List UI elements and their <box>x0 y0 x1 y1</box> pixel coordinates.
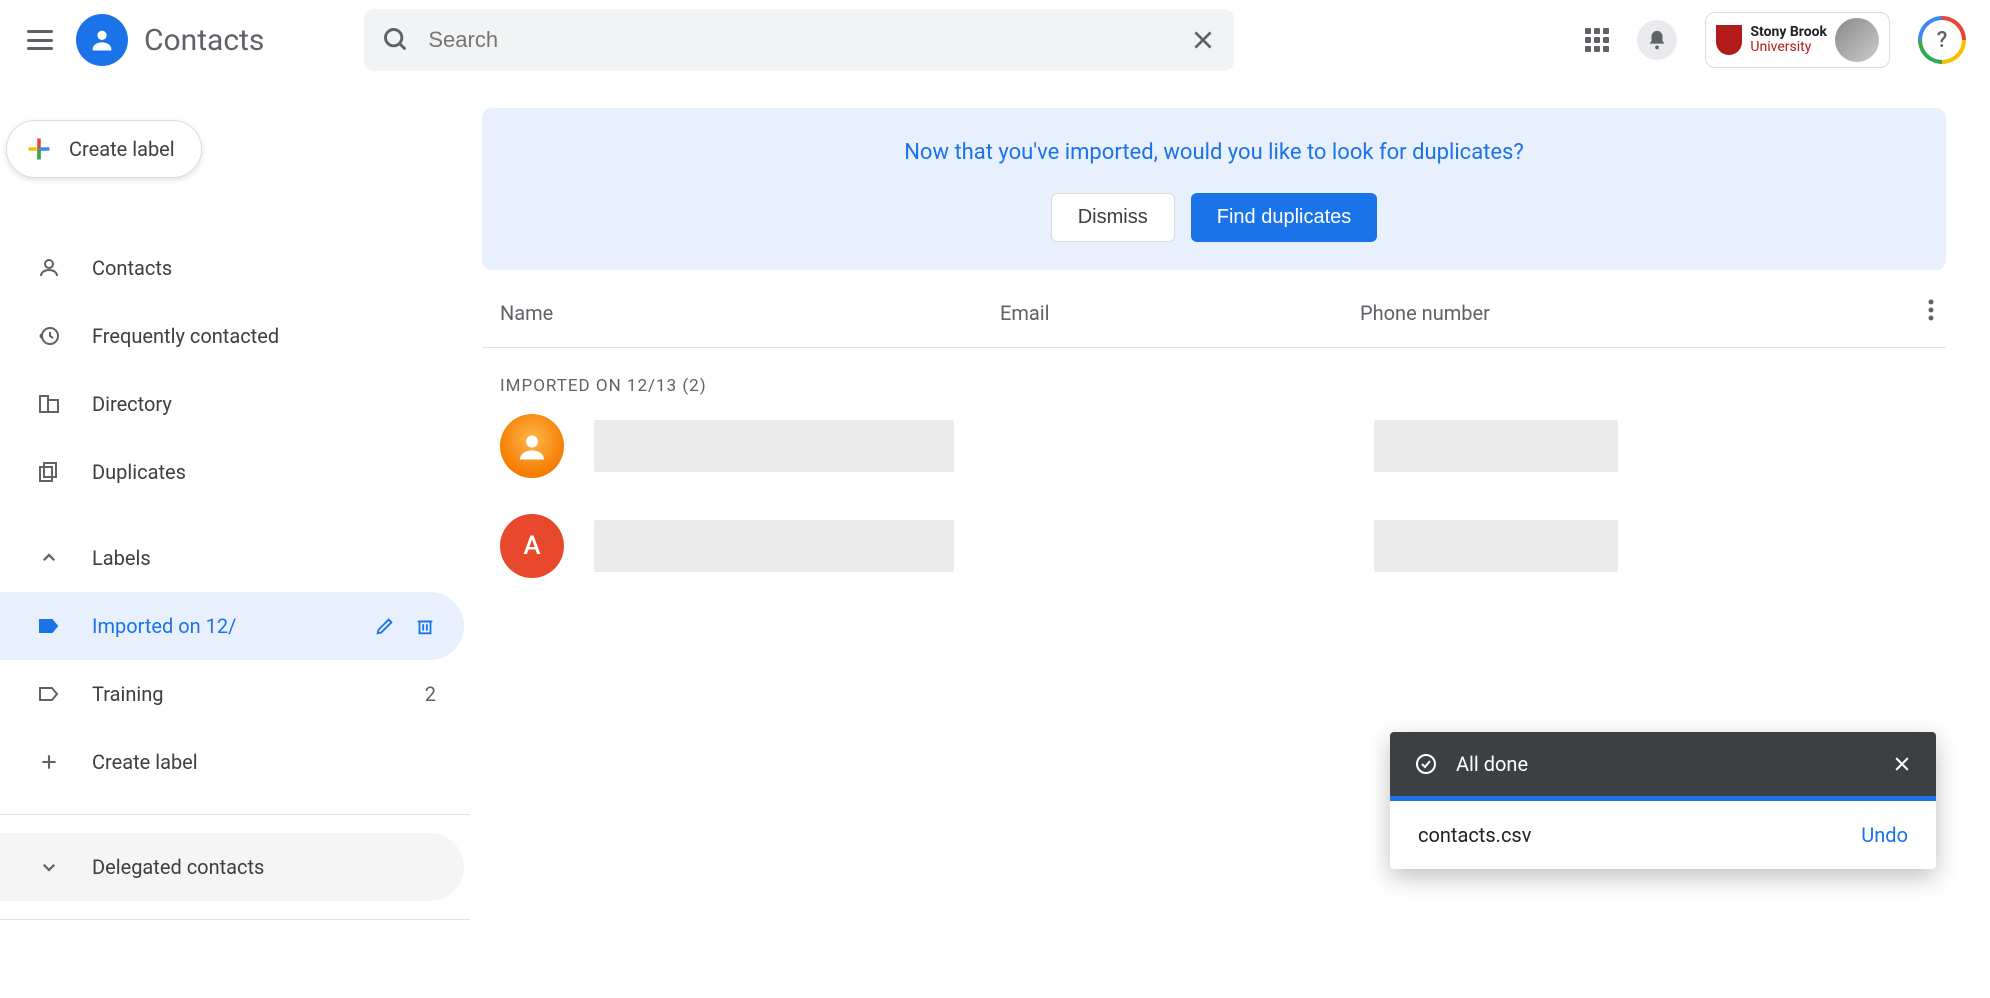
sidebar-item-label: Labels <box>92 546 151 570</box>
google-apps-button[interactable] <box>1585 28 1609 52</box>
org-shield-icon <box>1716 25 1742 55</box>
apps-grid-icon <box>1585 28 1609 52</box>
sidebar-label-imported[interactable]: Imported on 12/ <box>0 592 464 660</box>
sidebar-item-label: Delegated contacts <box>92 855 264 879</box>
support-button[interactable]: ? <box>1918 16 1966 64</box>
column-header-phone: Phone number <box>1360 301 1928 325</box>
search-input[interactable] <box>428 27 1190 53</box>
contact-avatar <box>500 414 564 478</box>
duplicates-icon <box>36 459 62 485</box>
main-menu-button[interactable] <box>12 12 68 68</box>
bell-icon <box>1646 29 1668 51</box>
sidebar: Create label Contacts Frequently contact… <box>0 80 470 998</box>
toast-header: All done <box>1390 732 1936 796</box>
directory-icon <box>36 391 62 417</box>
undo-button[interactable]: Undo <box>1861 823 1908 847</box>
sidebar-item-label: Contacts <box>92 256 172 280</box>
divider <box>0 814 470 815</box>
toast-filename: contacts.csv <box>1418 823 1531 847</box>
search-icon <box>382 26 410 54</box>
hamburger-icon <box>27 30 53 50</box>
more-options-button[interactable] <box>1928 298 1934 327</box>
toast-title: All done <box>1456 752 1528 776</box>
contact-row[interactable]: A <box>482 496 1946 596</box>
duplicates-banner: Now that you've imported, would you like… <box>482 108 1946 270</box>
sidebar-item-label: Directory <box>92 392 172 416</box>
help-icon: ? <box>1922 20 1962 60</box>
check-circle-icon <box>1414 752 1438 776</box>
create-contact-button[interactable]: Create label <box>6 120 202 178</box>
app-title: Contacts <box>144 23 264 58</box>
sidebar-labels-header[interactable]: Labels <box>0 524 464 592</box>
app-header: Contacts Stony BrookUniversity <box>0 0 1990 80</box>
chevron-up-icon <box>36 545 62 571</box>
sidebar-item-label: Training <box>92 682 164 706</box>
plus-icon <box>25 135 53 163</box>
sidebar-item-directory[interactable]: Directory <box>0 370 464 438</box>
edit-icon[interactable] <box>374 615 396 637</box>
sidebar-item-contacts[interactable]: Contacts <box>0 234 464 302</box>
column-header-name: Name <box>500 301 1000 325</box>
label-icon <box>36 681 62 707</box>
search-box[interactable] <box>364 9 1234 71</box>
more-vert-icon <box>1928 298 1934 322</box>
sidebar-create-label[interactable]: Create label <box>0 728 464 796</box>
header-right: Stony BrookUniversity ? <box>1585 12 1966 68</box>
account-avatar[interactable] <box>1835 18 1879 62</box>
sidebar-item-duplicates[interactable]: Duplicates <box>0 438 464 506</box>
delete-icon[interactable] <box>414 615 436 637</box>
create-contact-label: Create label <box>69 137 175 161</box>
contact-avatar: A <box>500 514 564 578</box>
chevron-down-icon <box>36 854 62 880</box>
sidebar-item-label: Frequently contacted <box>92 324 279 348</box>
person-icon <box>514 428 550 464</box>
group-title: IMPORTED ON 12/13 (2) <box>500 376 1946 396</box>
column-header-email: Email <box>1000 301 1360 325</box>
contact-row[interactable] <box>482 396 1946 496</box>
app-logo <box>76 14 128 66</box>
table-header: Name Email Phone number <box>482 270 1946 348</box>
import-toast: All done contacts.csv Undo <box>1390 732 1936 869</box>
org-text: Stony BrookUniversity <box>1750 25 1827 56</box>
sidebar-item-label: Create label <box>92 750 198 774</box>
close-icon[interactable] <box>1892 754 1912 774</box>
history-icon <box>36 323 62 349</box>
label-icon <box>36 613 62 639</box>
organization-badge[interactable]: Stony BrookUniversity <box>1705 12 1890 68</box>
sidebar-item-label: Imported on 12/ <box>92 614 236 638</box>
sidebar-item-frequent[interactable]: Frequently contacted <box>0 302 464 370</box>
sidebar-delegated-header[interactable]: Delegated contacts <box>0 833 464 901</box>
person-outline-icon <box>36 255 62 281</box>
redacted-name <box>594 520 954 572</box>
sidebar-label-training[interactable]: Training 2 <box>0 660 464 728</box>
toast-body: contacts.csv Undo <box>1390 801 1936 869</box>
banner-text: Now that you've imported, would you like… <box>482 140 1946 165</box>
redacted-name <box>594 420 954 472</box>
person-icon <box>88 26 116 54</box>
clear-search-icon[interactable] <box>1190 27 1216 53</box>
redacted-phone <box>1374 520 1618 572</box>
plus-small-icon <box>36 749 62 775</box>
notifications-button[interactable] <box>1637 20 1677 60</box>
sidebar-item-label: Duplicates <box>92 460 186 484</box>
dismiss-button[interactable]: Dismiss <box>1051 193 1175 242</box>
redacted-phone <box>1374 420 1618 472</box>
divider <box>0 919 470 920</box>
find-duplicates-button[interactable]: Find duplicates <box>1191 193 1378 242</box>
label-count: 2 <box>425 682 436 706</box>
